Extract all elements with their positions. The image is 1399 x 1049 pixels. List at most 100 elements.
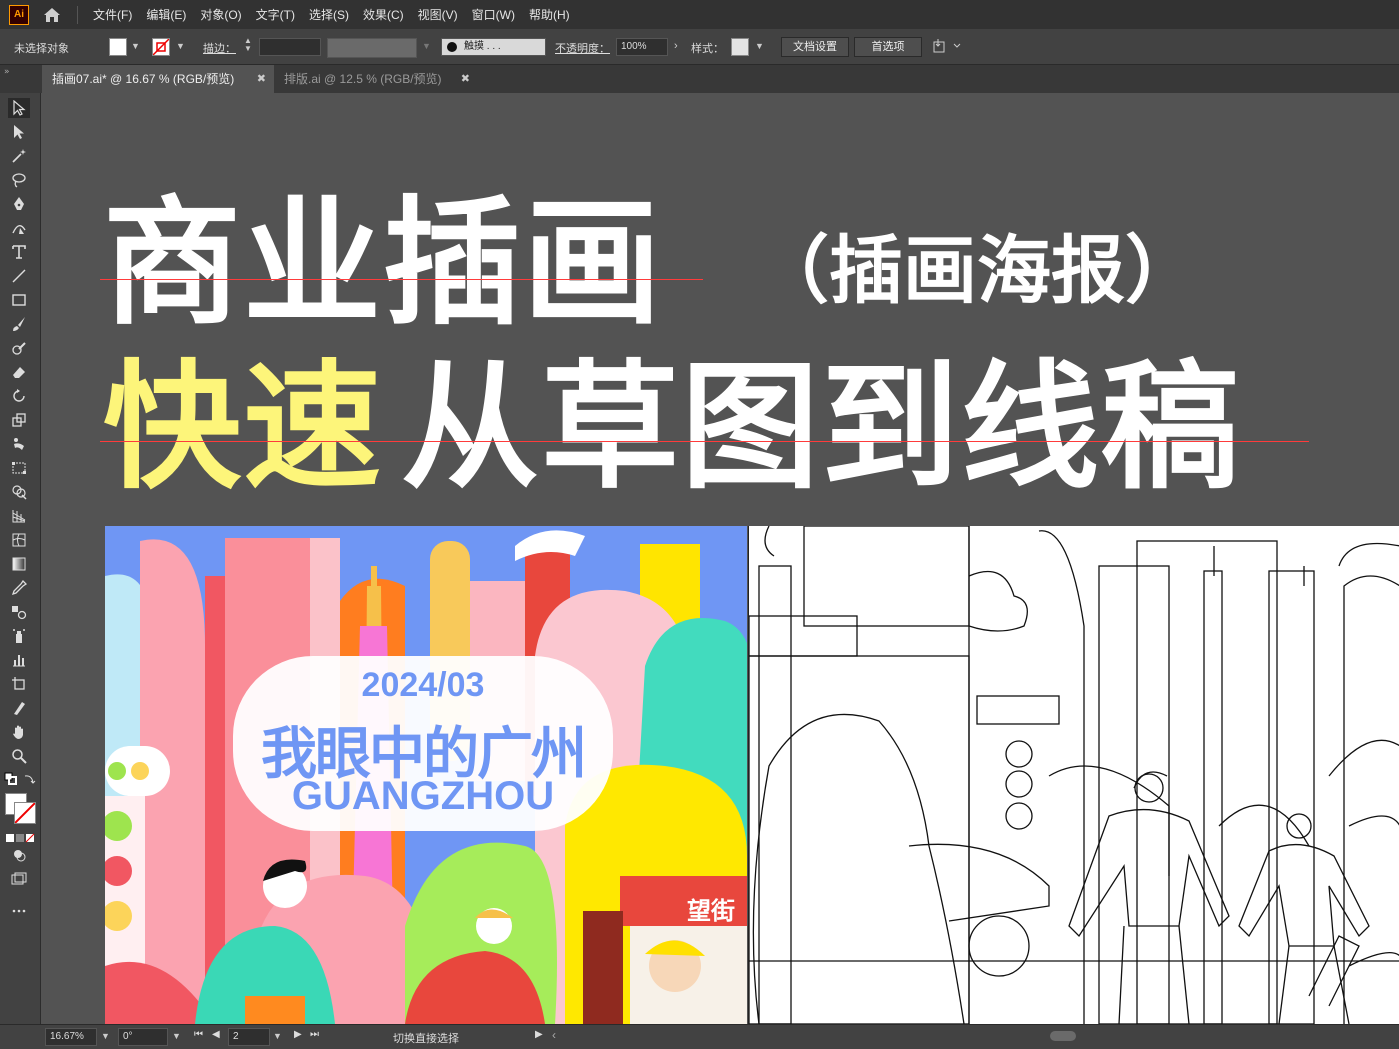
fill-swatch[interactable] [109, 38, 127, 56]
zoom-tool-icon[interactable] [8, 746, 30, 766]
document-tab-bar: » 插画07.ai* @ 16.67 % (RGB/预览) ✖ 排版.ai @ … [0, 65, 1399, 93]
first-artboard-icon[interactable]: ⏮ [194, 1029, 203, 1040]
color-illustration-artboard[interactable]: 2024/03 我眼中的广州 GUANGZHOU 望街 [105, 526, 747, 1024]
menu-view[interactable]: 视图(V) [411, 6, 465, 23]
puppet-warp-tool-icon[interactable] [8, 434, 30, 454]
opacity-field[interactable]: 100% [616, 38, 668, 56]
hand-tool-icon[interactable] [8, 722, 30, 742]
stroke-weight-field[interactable] [259, 38, 321, 56]
line-segment-tool-icon[interactable] [8, 266, 30, 286]
home-icon[interactable] [41, 4, 63, 26]
menu-file[interactable]: 文件(F) [86, 6, 139, 23]
title-line-2: 从草图到线稿 [401, 347, 1242, 508]
menu-object[interactable]: 对象(O) [193, 6, 248, 23]
menu-divider [77, 5, 78, 24]
previous-artboard-icon[interactable]: ◀ [212, 1029, 220, 1040]
profile-dropdown-icon[interactable]: ▼ [422, 41, 431, 51]
gradient-tool-icon[interactable] [8, 554, 30, 574]
arrange-documents-icon[interactable] [932, 38, 962, 57]
collapse-panels-icon[interactable]: » [4, 67, 10, 77]
shape-builder-tool-icon[interactable] [8, 482, 30, 502]
column-graph-tool-icon[interactable] [8, 650, 30, 670]
more-tools-icon[interactable] [8, 901, 30, 921]
stroke-color-box[interactable] [14, 802, 36, 824]
shaper-tool-icon[interactable] [8, 338, 30, 358]
stroke-swatch[interactable] [152, 38, 170, 56]
menu-window[interactable]: 窗口(W) [465, 6, 522, 23]
lasso-tool-icon[interactable] [8, 170, 30, 190]
symbol-sprayer-tool-icon[interactable] [8, 626, 30, 646]
selection-tool-icon[interactable] [8, 98, 30, 118]
app-logo[interactable]: Ai [9, 4, 29, 25]
artwork-date: 2024/03 [361, 666, 485, 704]
paintbrush-tool-icon[interactable] [8, 314, 30, 334]
scroll-left-icon[interactable]: ‹ [552, 1028, 556, 1042]
tab-layout[interactable]: 排版.ai @ 12.5 % (RGB/预览) ✖ [274, 65, 478, 93]
magic-wand-tool-icon[interactable] [8, 146, 30, 166]
title-highlight: 快速 [103, 347, 384, 508]
brush-label: 触摸 . . . [464, 41, 501, 52]
tools-panel [0, 93, 41, 1025]
rotation-dropdown-icon[interactable]: ▼ [172, 1031, 181, 1041]
next-artboard-icon[interactable]: ▶ [294, 1029, 302, 1040]
opacity-expand-icon[interactable]: › [674, 40, 678, 52]
line-art-artboard[interactable] [748, 526, 1399, 1024]
last-artboard-icon[interactable]: ⏭ [310, 1029, 319, 1040]
default-colors-icon[interactable] [4, 772, 18, 786]
rectangle-tool-icon[interactable] [8, 290, 30, 310]
blend-tool-icon[interactable] [8, 602, 30, 622]
artboard-dropdown-icon[interactable]: ▼ [273, 1031, 282, 1041]
type-tool-icon[interactable] [8, 242, 30, 262]
variable-width-profile[interactable] [327, 38, 417, 58]
screen-mode-icon[interactable] [8, 869, 30, 889]
close-icon[interactable]: ✖ [257, 65, 266, 93]
control-bar: 未选择对象 ▼ ▼ 描边： ▲ ▼ ▼ 触摸 . . . 不透明度： 100% ›… [0, 29, 1399, 65]
tab-label: 插画07.ai* @ 16.67 % (RGB/预览) [52, 72, 235, 86]
document-setup-button[interactable]: 文档设置 [781, 37, 849, 57]
slice-tool-icon[interactable] [8, 698, 30, 718]
rotate-tool-icon[interactable] [8, 386, 30, 406]
swap-colors-icon[interactable] [22, 772, 36, 786]
zoom-dropdown-icon[interactable]: ▼ [101, 1031, 110, 1041]
horizontal-scrollbar-thumb[interactable] [1050, 1031, 1076, 1041]
eraser-tool-icon[interactable] [8, 362, 30, 382]
tab-illustration07[interactable]: 插画07.ai* @ 16.67 % (RGB/预览) ✖ [42, 65, 274, 93]
direct-selection-tool-icon[interactable] [8, 122, 30, 142]
zoom-field[interactable]: 16.67% [45, 1028, 97, 1046]
menu-select[interactable]: 选择(S) [302, 6, 356, 23]
brush-dot-icon [447, 42, 457, 52]
mesh-tool-icon[interactable] [8, 530, 30, 550]
canvas[interactable]: 商业插画 （插画海报） 快速 从草图到线稿 2024/03 我眼中的广州 GUA… [41, 93, 1399, 1024]
rotation-field[interactable]: 0° [118, 1028, 168, 1046]
graphic-style-swatch[interactable] [731, 38, 749, 56]
fill-dropdown-icon[interactable]: ▼ [131, 41, 140, 51]
preferences-button[interactable]: 首选项 [854, 37, 922, 57]
stroke-weight-stepper[interactable]: ▲ ▼ [244, 37, 252, 53]
tab-label: 排版.ai @ 12.5 % (RGB/预览) [284, 72, 442, 86]
current-tool-status: 切换直接选择 [393, 1033, 459, 1045]
text-guide-line [100, 441, 1309, 442]
style-label: 样式： [691, 43, 724, 55]
opacity-label[interactable]: 不透明度： [555, 40, 610, 56]
perspective-grid-tool-icon[interactable] [8, 506, 30, 526]
artboard-number-field[interactable]: 2 [228, 1028, 270, 1046]
status-menu-icon[interactable]: ▶ [535, 1029, 543, 1040]
artboard-tool-icon[interactable] [8, 674, 30, 694]
menu-type[interactable]: 文字(T) [249, 6, 302, 23]
selection-status: 未选择对象 [14, 43, 69, 55]
brush-definition[interactable]: 触摸 . . . [441, 38, 546, 56]
color-mode-icons[interactable] [6, 828, 36, 843]
close-icon[interactable]: ✖ [461, 65, 470, 93]
menu-help[interactable]: 帮助(H) [522, 6, 577, 23]
pen-tool-icon[interactable] [8, 194, 30, 214]
menu-effect[interactable]: 效果(C) [356, 6, 411, 23]
free-transform-tool-icon[interactable] [8, 458, 30, 478]
stroke-dropdown-icon[interactable]: ▼ [176, 41, 185, 51]
scale-tool-icon[interactable] [8, 410, 30, 430]
menu-edit[interactable]: 编辑(E) [139, 6, 193, 23]
style-dropdown-icon[interactable]: ▼ [755, 41, 764, 51]
draw-mode-icon[interactable] [8, 845, 30, 865]
stroke-label[interactable]: 描边： [203, 40, 236, 56]
curvature-tool-icon[interactable] [8, 218, 30, 238]
eyedropper-tool-icon[interactable] [8, 578, 30, 598]
